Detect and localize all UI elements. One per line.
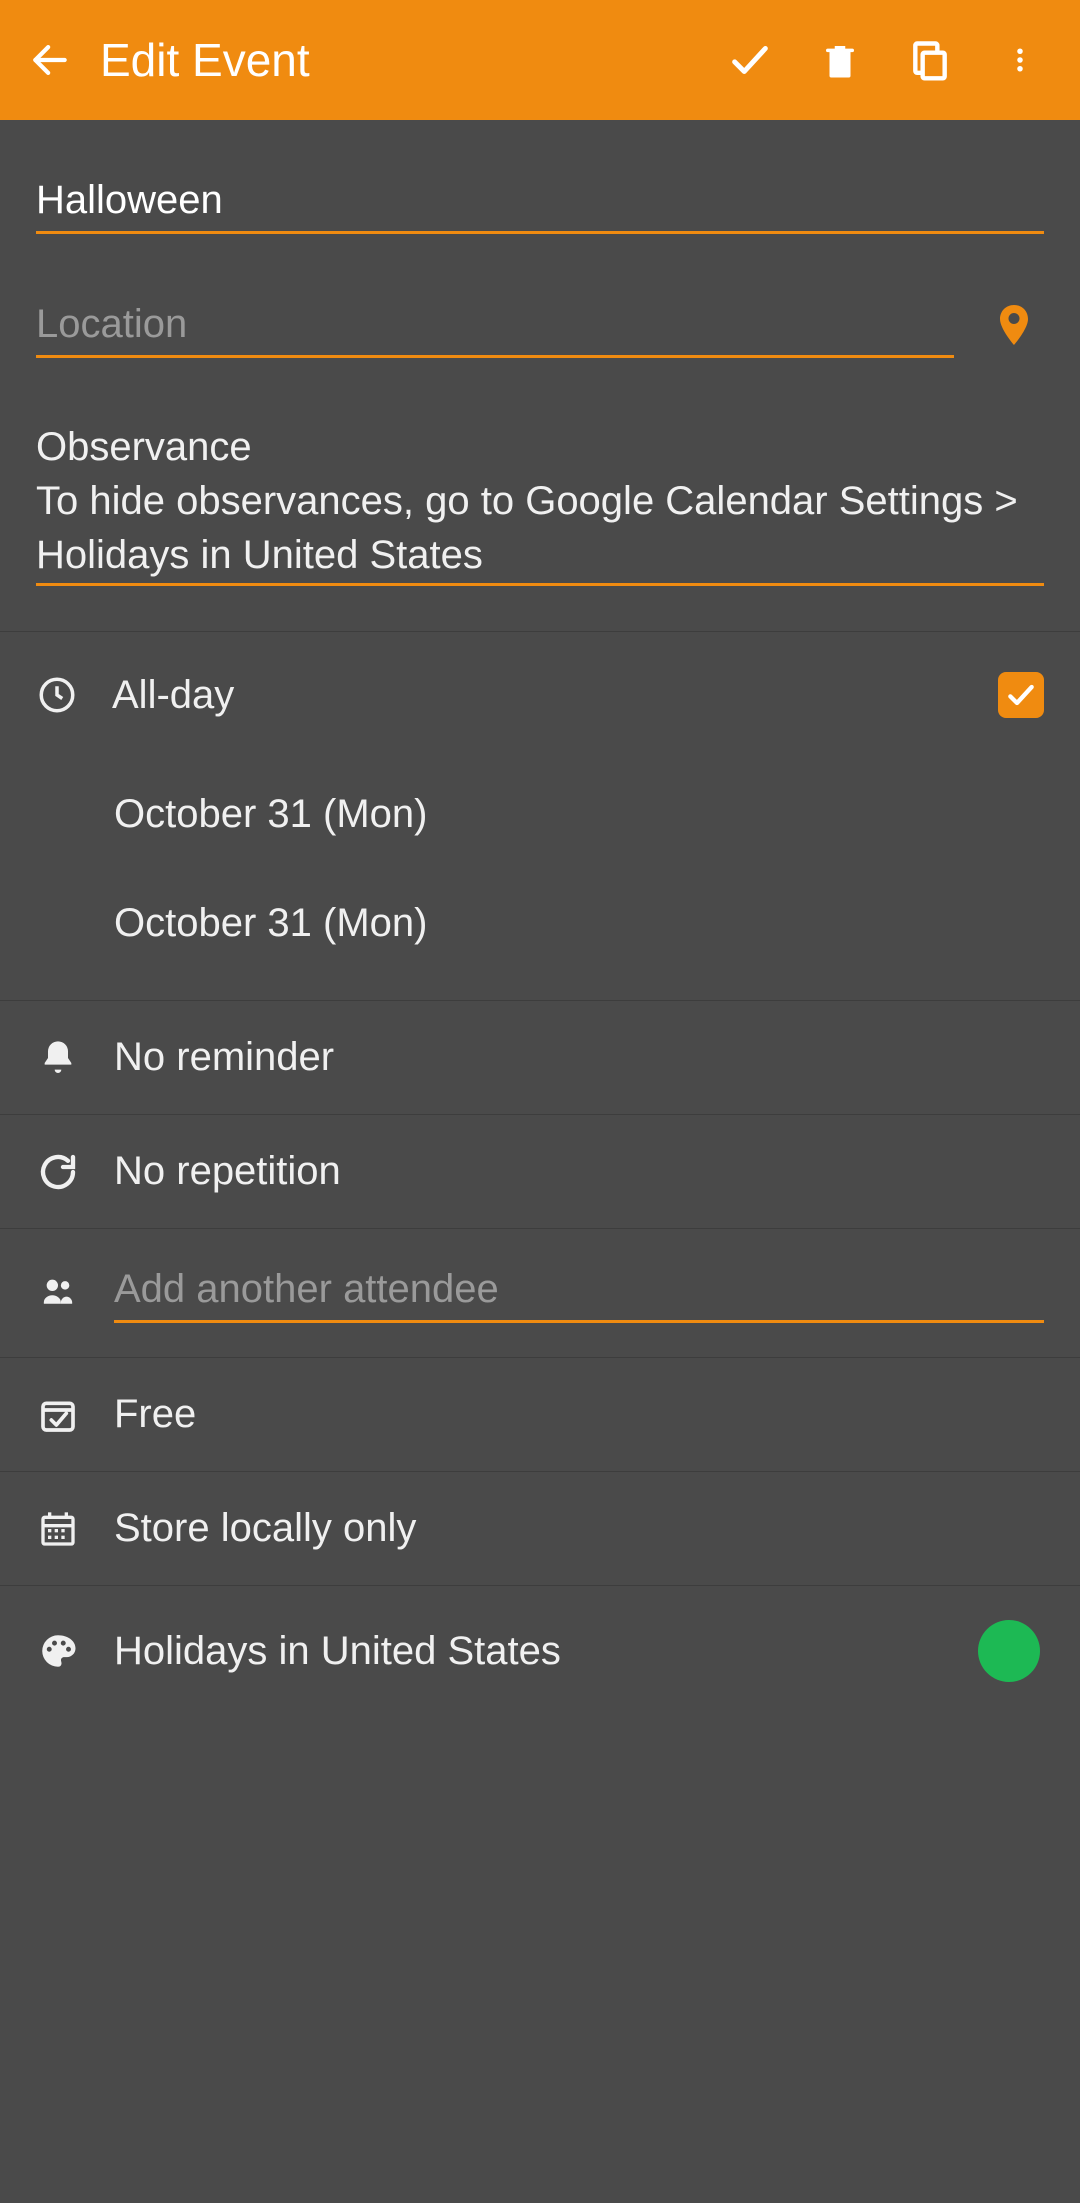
overflow-menu-button[interactable] [980, 20, 1060, 100]
repeat-icon [36, 1150, 80, 1194]
event-basic-section [0, 120, 1080, 632]
back-button[interactable] [20, 30, 80, 90]
availability-row[interactable]: Free [0, 1358, 1080, 1472]
end-date-label: October 31 (Mon) [114, 901, 427, 946]
check-icon [1005, 679, 1037, 711]
app-bar: Edit Event [0, 0, 1080, 120]
dots-vertical-icon [1005, 40, 1035, 80]
duplicate-button[interactable] [890, 20, 970, 100]
save-button[interactable] [710, 20, 790, 100]
allday-label: All-day [112, 673, 964, 718]
event-type-row[interactable]: Holidays in United States [0, 1586, 1080, 1716]
arrow-left-icon [28, 38, 72, 82]
reminder-row[interactable]: No reminder [0, 1001, 1080, 1115]
palette-icon [36, 1629, 80, 1673]
location-input[interactable] [36, 292, 954, 358]
availability-label: Free [114, 1392, 1044, 1437]
event-title-input[interactable] [36, 168, 1044, 234]
allday-row[interactable]: All-day [0, 632, 1080, 736]
availability-icon [36, 1393, 80, 1437]
attendees-row [0, 1229, 1080, 1358]
calendar-icon [36, 1507, 80, 1551]
storage-row[interactable]: Store locally only [0, 1472, 1080, 1586]
reminder-label: No reminder [114, 1035, 1044, 1080]
page-title: Edit Event [100, 33, 700, 87]
event-type-label: Holidays in United States [114, 1629, 944, 1674]
allday-checkbox[interactable] [998, 672, 1044, 718]
copy-icon [908, 38, 952, 82]
location-pin-icon [990, 296, 1038, 354]
content: All-day October 31 (Mon) October 31 (Mon… [0, 120, 1080, 1716]
start-date-row[interactable]: October 31 (Mon) [0, 762, 1080, 867]
description-input[interactable] [36, 416, 1044, 586]
people-icon [36, 1274, 80, 1308]
event-color-swatch[interactable] [978, 1620, 1040, 1682]
trash-icon [819, 39, 861, 81]
storage-label: Store locally only [114, 1506, 1044, 1551]
pick-location-button[interactable] [984, 295, 1044, 355]
clock-icon [36, 674, 78, 716]
attendee-input[interactable] [114, 1259, 1044, 1323]
end-date-row[interactable]: October 31 (Mon) [0, 871, 1080, 976]
bell-icon [36, 1036, 80, 1080]
location-row [36, 292, 1044, 358]
time-section: All-day October 31 (Mon) October 31 (Mon… [0, 632, 1080, 1001]
repetition-row[interactable]: No repetition [0, 1115, 1080, 1229]
repetition-label: No repetition [114, 1149, 1044, 1194]
check-icon [727, 37, 773, 83]
start-date-label: October 31 (Mon) [114, 792, 427, 837]
delete-button[interactable] [800, 20, 880, 100]
